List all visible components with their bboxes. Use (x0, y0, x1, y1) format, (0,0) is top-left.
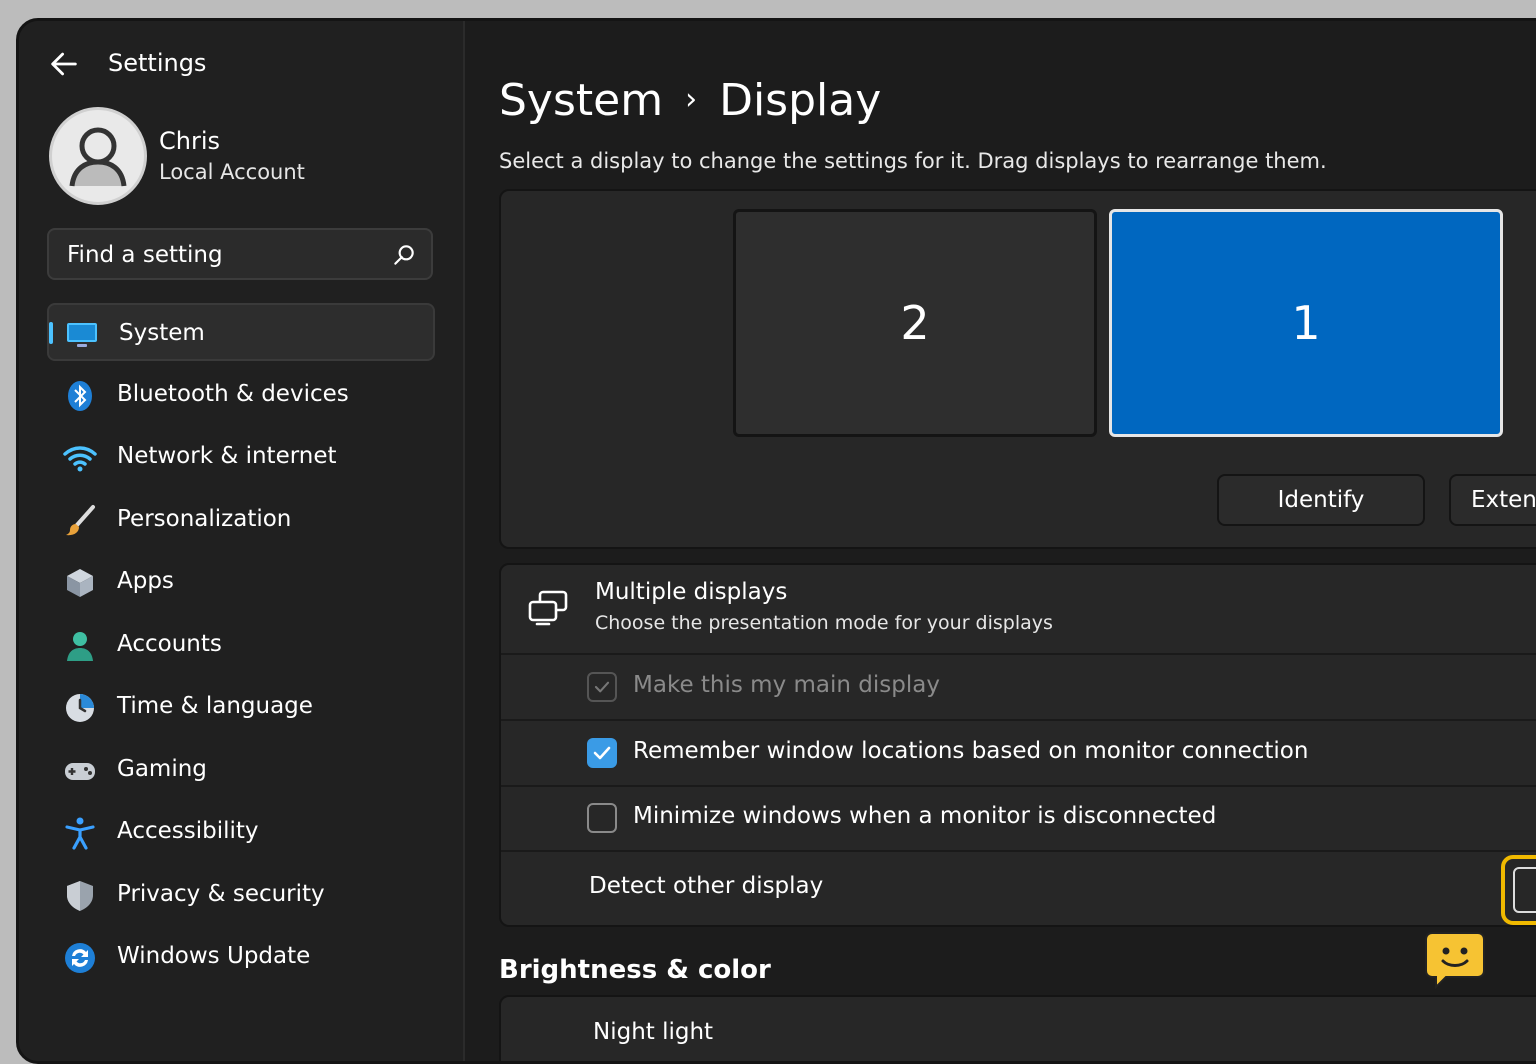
option-main-display: Make this my main display (501, 655, 1536, 721)
brightness-color-heading: Brightness & color (499, 955, 771, 985)
shield-icon (67, 880, 93, 911)
account-type: Local Account (159, 160, 305, 184)
sidebar-item-label: Gaming (117, 755, 207, 782)
remember-locations-checkbox[interactable] (587, 738, 617, 768)
remember-locations-label: Remember window locations based on monit… (633, 738, 1309, 764)
sidebar-item-label: Personalization (117, 505, 292, 532)
sidebar-item-label: Windows Update (117, 943, 311, 969)
breadcrumb-parent[interactable]: System (499, 75, 663, 126)
sidebar-item-personalization[interactable]: Personalization (47, 491, 435, 549)
user-name: Chris (159, 127, 221, 155)
display-arrangement-panel: 2 1 Identify Extend (499, 189, 1536, 549)
monitor-2[interactable]: 2 (733, 209, 1097, 437)
sidebar-item-label: Accessibility (117, 818, 259, 844)
bluetooth-icon (68, 380, 92, 411)
user-icon (69, 127, 127, 187)
breadcrumb-separator: › (685, 82, 698, 117)
sidebar: Settings Chris Local Account Find a sett… (19, 21, 465, 1061)
sidebar-item-network[interactable]: Network & internet (47, 428, 435, 486)
page-title: Display (719, 75, 882, 126)
sidebar-item-accessibility[interactable]: Accessibility (47, 803, 435, 861)
page-description: Select a display to change the settings … (499, 149, 1327, 173)
sidebar-item-system[interactable]: System (47, 303, 435, 361)
search-box[interactable]: Find a setting (47, 228, 433, 280)
avatar[interactable] (49, 107, 147, 205)
option-minimize-windows: Minimize windows when a monitor is disco… (501, 786, 1536, 852)
sidebar-item-bluetooth[interactable]: Bluetooth & devices (47, 366, 435, 424)
breadcrumb: System › Display (499, 75, 881, 126)
sidebar-item-label: Network & internet (117, 443, 337, 469)
main-display-checkbox[interactable] (587, 672, 617, 702)
app-title: Settings (108, 49, 207, 77)
sidebar-item-accounts[interactable]: Accounts (47, 616, 435, 674)
multiple-displays-section: Multiple displays Choose the presentatio… (499, 563, 1536, 927)
sidebar-item-privacy[interactable]: Privacy & security (47, 866, 435, 924)
update-icon (65, 943, 95, 973)
person-icon (67, 631, 93, 661)
wifi-icon (63, 446, 97, 472)
monitor-icon (67, 323, 97, 347)
main-content: System › Display Select a display to chang… (465, 21, 1536, 1061)
monitor-1[interactable]: 1 (1109, 209, 1503, 437)
option-remember-locations: Remember window locations based on monit… (501, 721, 1536, 787)
identify-button[interactable]: Identify (1217, 474, 1425, 526)
option-detect-display: Detect other display (501, 849, 1536, 925)
apps-icon (67, 569, 93, 597)
clock-icon (66, 694, 94, 722)
back-arrow-icon[interactable] (47, 47, 81, 81)
sidebar-item-label: System (119, 320, 205, 346)
brush-icon (66, 504, 95, 535)
sidebar-item-label: Privacy & security (117, 880, 325, 907)
detect-display-label: Detect other display (589, 873, 824, 899)
sidebar-item-apps[interactable]: Apps (47, 553, 435, 611)
night-light-row[interactable]: Night light (499, 995, 1536, 1061)
multiple-displays-header[interactable]: Multiple displays Choose the presentatio… (501, 565, 1536, 655)
sidebar-item-label: Apps (117, 568, 174, 594)
multiple-displays-title: Multiple displays (595, 579, 788, 605)
sidebar-item-label: Accounts (117, 630, 222, 657)
search-input[interactable]: Find a setting (67, 242, 223, 268)
accessibility-icon (65, 817, 95, 850)
sidebar-item-label: Bluetooth & devices (117, 380, 349, 407)
gamepad-icon (65, 762, 95, 780)
minimize-windows-label: Minimize windows when a monitor is disco… (633, 803, 1217, 829)
night-light-label: Night light (593, 1019, 714, 1045)
sidebar-item-label: Time & language (117, 693, 313, 719)
search-icon[interactable] (391, 242, 417, 268)
multiple-displays-icon (528, 590, 568, 626)
settings-window: Settings Chris Local Account Find a sett… (16, 18, 1536, 1064)
nav-list: System Bluetooth & devices Network & int… (47, 303, 435, 991)
smiley-chat-icon[interactable] (1424, 931, 1486, 989)
sidebar-item-time-language[interactable]: Time & language (47, 678, 435, 736)
sidebar-item-windows-update[interactable]: Windows Update (47, 928, 435, 986)
multiple-displays-subtitle: Choose the presentation mode for your di… (595, 612, 1053, 634)
extend-dropdown[interactable]: Extend (1449, 474, 1536, 526)
main-display-label: Make this my main display (633, 672, 940, 698)
detect-button[interactable] (1501, 855, 1536, 925)
minimize-windows-checkbox[interactable] (587, 803, 617, 833)
sidebar-item-gaming[interactable]: Gaming (47, 741, 435, 799)
